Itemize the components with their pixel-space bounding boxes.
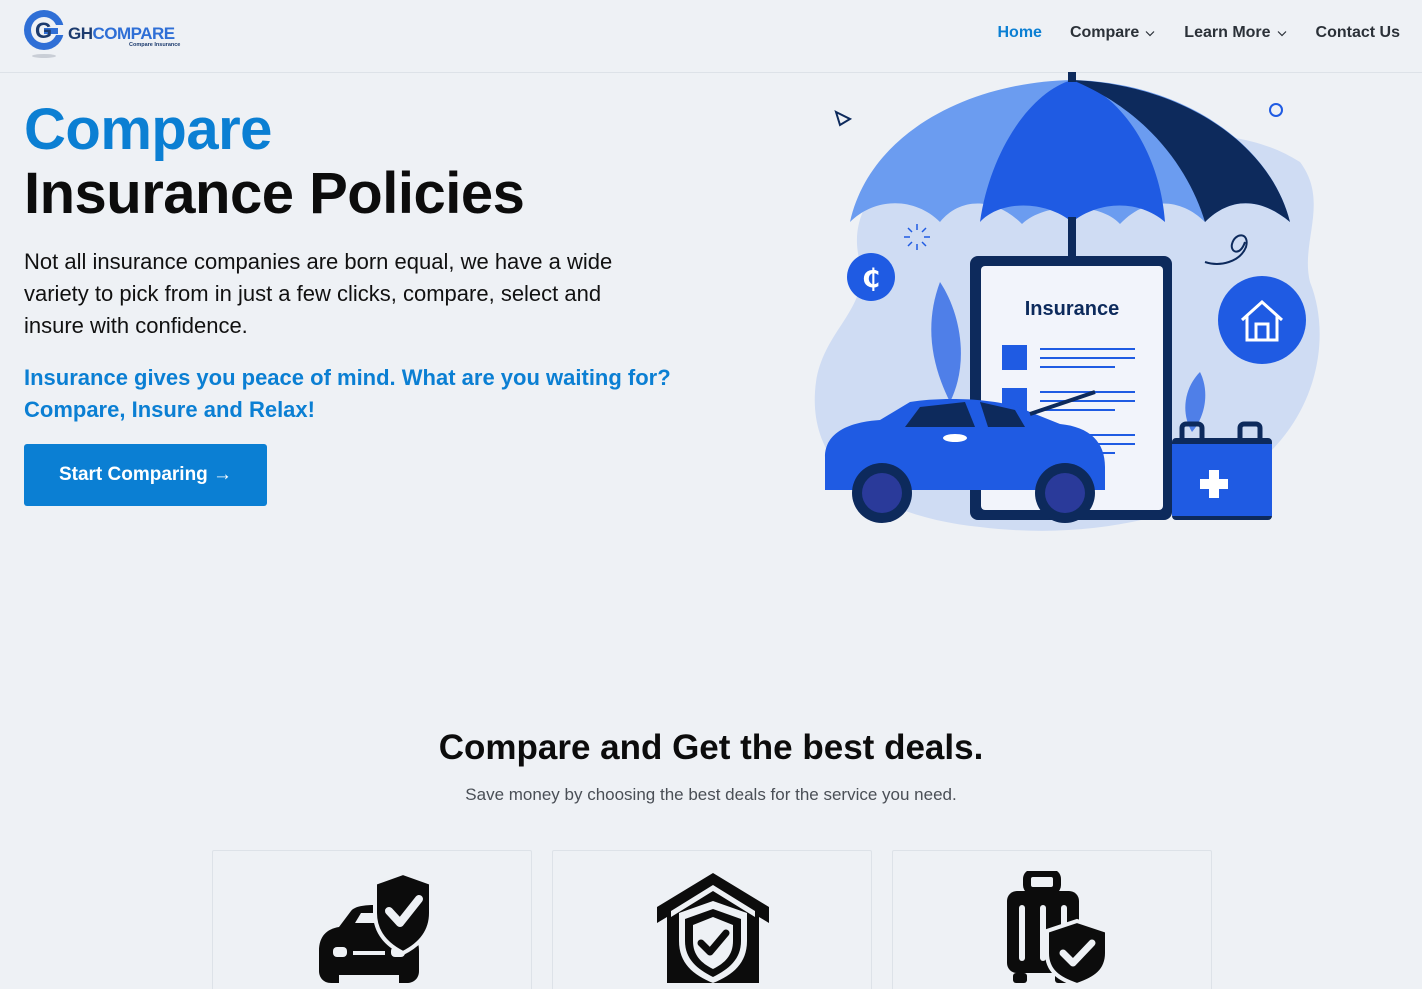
nav-item-learn-more[interactable]: Learn More [1184, 24, 1287, 42]
hero-title-accent: Compare [24, 97, 272, 162]
brand-logo[interactable]: G GHCOMPARE Compare Insurance [22, 8, 192, 60]
brand-name: GHCOMPARE [68, 24, 175, 43]
deal-card-car[interactable] [212, 850, 532, 989]
deals-subtitle: Save money by choosing the best deals fo… [465, 785, 957, 804]
nav-item-contact-us[interactable]: Contact Us [1316, 24, 1400, 42]
document-title: Insurance [1025, 298, 1119, 320]
luggage-shield-icon [1007, 871, 1109, 987]
main-nav: Home Compare Learn More Contact Us [997, 24, 1400, 42]
site-header: G GHCOMPARE Compare Insurance Home Compa… [0, 0, 1422, 73]
car-shield-icon [319, 871, 431, 983]
deal-card-home[interactable] [552, 850, 872, 989]
logo-g-icon: G [24, 10, 66, 58]
chevron-down-icon [1145, 31, 1155, 37]
hero-title: Insurance Policies [24, 161, 525, 226]
hero-tagline: Insurance gives you peace of mind. What … [24, 365, 671, 422]
hero-description: Not all insurance companies are born equ… [24, 249, 613, 338]
insurance-illustration: Insurance ₵ [814, 72, 1320, 531]
nav-item-home[interactable]: Home [997, 24, 1041, 42]
cedi-icon: ₵ [862, 264, 880, 294]
svg-text:G: G [35, 18, 52, 43]
start-comparing-button[interactable]: Start Comparing → [24, 444, 267, 506]
brand-tagline: Compare Insurance [129, 42, 181, 48]
deal-card-travel[interactable] [892, 850, 1212, 989]
deals-title: Compare and Get the best deals. [438, 728, 984, 767]
house-shield-icon [657, 873, 769, 983]
chevron-down-icon [1277, 31, 1286, 37]
nav-item-compare[interactable]: Compare [1070, 24, 1156, 42]
